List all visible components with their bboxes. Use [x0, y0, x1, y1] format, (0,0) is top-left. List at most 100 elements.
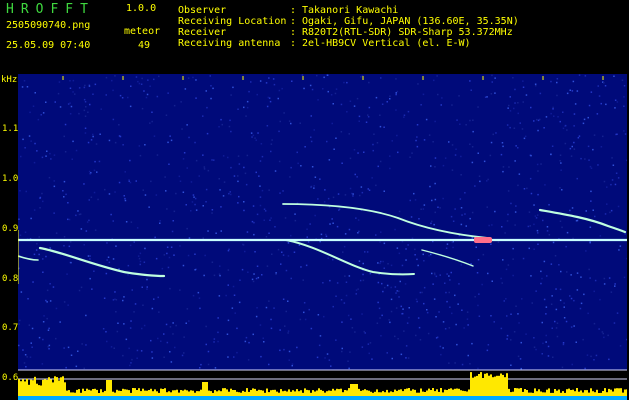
noise-speck	[222, 195, 225, 197]
noise-speck	[39, 196, 42, 199]
noise-speck	[486, 349, 489, 352]
noise-speck	[264, 210, 267, 212]
noise-speck	[263, 208, 266, 210]
level-bar	[374, 391, 376, 396]
noise-speck	[62, 190, 64, 192]
level-floor-bar	[124, 396, 126, 400]
noise-speck	[330, 94, 333, 96]
level-bar	[622, 392, 624, 396]
level-floor-bar	[600, 396, 602, 400]
noise-speck	[541, 353, 543, 355]
noise-speck	[156, 154, 159, 156]
level-bar	[216, 391, 218, 396]
noise-speck	[556, 78, 559, 80]
noise-speck	[121, 97, 124, 99]
level-bar	[486, 373, 488, 396]
noise-speck	[348, 367, 350, 370]
noise-speck	[477, 152, 479, 154]
noise-speck	[117, 322, 119, 324]
noise-speck	[265, 82, 268, 84]
noise-speck	[486, 180, 488, 182]
noise-speck	[259, 196, 262, 198]
level-bar	[560, 392, 562, 396]
noise-speck	[199, 307, 201, 310]
noise-speck	[521, 298, 523, 300]
noise-speck	[614, 183, 617, 186]
level-floor-bar	[48, 396, 50, 400]
noise-speck	[576, 289, 579, 291]
level-floor-bar	[160, 396, 162, 400]
noise-speck	[21, 86, 24, 88]
level-bar	[194, 392, 196, 396]
noise-speck	[464, 192, 466, 194]
noise-speck	[391, 357, 393, 360]
noise-speck	[362, 279, 365, 282]
noise-speck	[379, 317, 381, 319]
level-bar	[92, 389, 94, 396]
noise-speck	[83, 98, 86, 101]
noise-speck	[404, 283, 407, 285]
level-bar	[270, 390, 272, 396]
noise-speck	[570, 326, 573, 328]
noise-speck	[376, 322, 379, 324]
noise-speck	[381, 314, 383, 317]
noise-speck	[428, 134, 431, 136]
noise-speck	[255, 139, 257, 141]
noise-speck	[550, 80, 552, 83]
noise-speck	[592, 209, 594, 211]
noise-speck	[434, 120, 436, 123]
noise-speck	[588, 268, 590, 271]
noise-speck	[604, 85, 607, 87]
noise-speck	[528, 211, 531, 213]
noise-speck	[227, 284, 229, 286]
noise-speck	[460, 264, 462, 266]
noise-speck	[148, 206, 150, 208]
noise-speck	[272, 78, 275, 80]
noise-speck	[540, 270, 542, 273]
noise-speck	[512, 247, 514, 250]
level-floor-bar	[102, 396, 104, 400]
noise-speck	[348, 275, 351, 277]
level-floor-bar	[162, 396, 164, 400]
noise-speck	[455, 323, 457, 326]
level-floor-bar	[258, 396, 260, 400]
noise-speck	[555, 288, 557, 290]
level-floor-bar	[576, 396, 578, 400]
level-bar	[198, 391, 200, 396]
noise-speck	[237, 175, 239, 177]
noise-speck	[494, 210, 496, 213]
noise-speck	[573, 113, 576, 115]
noise-speck	[127, 96, 129, 99]
noise-speck	[411, 237, 414, 239]
noise-speck	[588, 104, 591, 107]
noise-speck	[506, 334, 509, 337]
level-floor-bar	[488, 396, 490, 400]
noise-speck	[205, 90, 207, 92]
noise-speck	[69, 241, 72, 243]
level-floor-bar	[326, 396, 328, 400]
level-floor-bar	[534, 396, 536, 400]
level-bar	[118, 390, 120, 396]
level-bar	[558, 389, 560, 396]
noise-speck	[327, 197, 330, 200]
noise-speck	[527, 225, 530, 228]
noise-speck	[611, 179, 614, 181]
noise-speck	[585, 250, 587, 252]
noise-speck	[372, 143, 374, 146]
noise-speck	[460, 223, 463, 226]
noise-speck	[528, 247, 530, 250]
noise-speck	[205, 343, 207, 346]
level-floor-bar	[586, 396, 588, 400]
noise-speck	[508, 104, 510, 107]
level-floor-bar	[290, 396, 292, 400]
noise-speck	[250, 132, 253, 134]
noise-speck	[521, 128, 524, 130]
noise-speck	[278, 89, 281, 92]
noise-speck	[308, 308, 310, 311]
noise-speck	[593, 134, 596, 136]
level-bar	[180, 390, 182, 396]
noise-speck	[600, 102, 602, 105]
noise-speck	[96, 171, 98, 173]
noise-speck	[213, 338, 216, 340]
noise-speck	[205, 188, 208, 191]
